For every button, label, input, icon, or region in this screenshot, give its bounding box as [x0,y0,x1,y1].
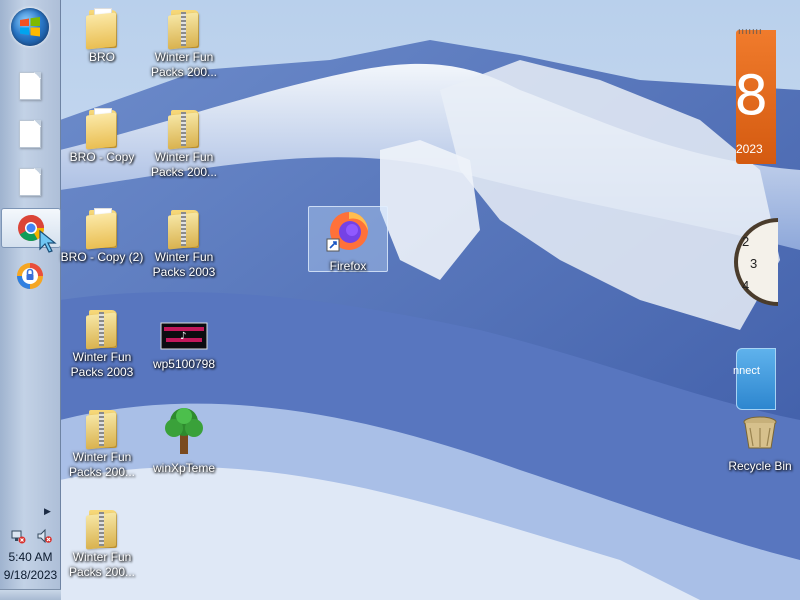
calendar-rings: ııııııı [738,26,763,36]
icon-label: Winter Fun Packs 200... [150,150,218,179]
icon-label: Winter Fun Packs 2003 [152,250,216,279]
taskbar: ▶ 5:40 AM 9/18/2023 [0,0,61,600]
connect-gadget[interactable]: nnect [733,348,776,410]
taskbar-document-1[interactable] [6,66,54,106]
document-icon [19,168,41,196]
calendar-day: 8 [734,64,769,127]
desktop-icon-winter-fun-packs-2003[interactable]: Winter Fun Packs 2003 [140,208,228,280]
image-file-icon: ♪ [160,322,208,350]
clock-number-3: 3 [750,256,757,271]
zip-folder-icon [86,308,118,350]
zip-folder-icon [168,208,200,250]
tree-icon [165,408,203,454]
folder-icon [86,8,118,50]
firefox-icon [326,212,368,252]
desktop-icon-winter-fun-packs-1[interactable]: Winter Fun Packs 200... [140,8,228,80]
icon-label: BRO - Copy (2) [60,250,144,264]
icon-label: BRO - Copy [69,150,135,164]
recycle-bin-icon [743,416,777,449]
taskbar-chrome[interactable] [1,208,61,253]
desktop-icon-winter-fun-packs-5[interactable]: Winter Fun Packs 200... [58,508,146,580]
desktop-icon-recycle-bin[interactable]: Recycle Bin [716,414,800,474]
desktop-icon-firefox[interactable]: Firefox [308,206,388,273]
desktop-icon-winxpteme[interactable]: winXpTeme [140,404,228,476]
secure-browser-icon [17,263,43,289]
clock-number-2: 2 [742,234,749,249]
folder-icon [86,108,118,150]
icon-label: Recycle Bin [728,459,792,473]
folder-icon [86,208,118,250]
icon-label: wp5100798 [152,357,216,371]
zip-folder-icon [168,8,200,50]
icon-label: winXpTeme [152,461,216,475]
volume-muted-icon[interactable] [36,528,52,544]
tray-date[interactable]: 9/18/2023 [0,568,61,582]
svg-text:♪: ♪ [180,331,186,342]
desktop-icon-winter-fun-packs-2[interactable]: Winter Fun Packs 200... [140,108,228,180]
desktop-icon-winter-fun-packs-4[interactable]: Winter Fun Packs 200... [58,408,146,480]
windows-logo-icon [20,17,40,37]
zip-folder-icon [86,408,118,450]
tray-time[interactable]: 5:40 AM [0,550,61,564]
document-icon [19,120,41,148]
desktop-icon-bro[interactable]: BRO [58,8,146,65]
document-icon [19,72,41,100]
icon-label: Firefox [329,259,367,273]
show-hidden-icons-button[interactable]: ▶ [44,506,51,517]
icon-label: Winter Fun Packs 200... [68,450,136,479]
calendar-year: 2023 [736,142,763,156]
desktop-icon-wp5100798[interactable]: ♪ wp5100798 [140,322,228,372]
desktop-icon-bro-copy-2[interactable]: BRO - Copy (2) [58,208,146,265]
taskbar-document-2[interactable] [6,114,54,154]
network-icon[interactable] [10,528,26,544]
desktop-icon-winter-fun-packs-3[interactable]: Winter Fun Packs 2003 [58,308,146,380]
connect-label: nnect [733,365,760,377]
icon-label: Winter Fun Packs 200... [68,550,136,579]
icon-label: BRO [88,50,115,64]
zip-folder-icon [168,108,200,150]
start-button[interactable] [11,8,49,46]
icon-label: Winter Fun Packs 200... [150,50,218,79]
clock-number-4: 4 [742,278,749,293]
show-desktop-button[interactable] [0,589,61,600]
zip-folder-icon [86,508,118,550]
clock-gadget[interactable]: 2 3 4 [700,200,778,324]
taskbar-document-3[interactable] [6,162,54,202]
calendar-gadget[interactable]: ııııııı 8 2023 [734,26,776,164]
icon-label: Winter Fun Packs 2003 [70,350,134,379]
desktop-icon-bro-copy[interactable]: BRO - Copy [58,108,146,165]
mouse-cursor-icon [39,229,57,253]
taskbar-secure-browser[interactable] [6,256,54,296]
